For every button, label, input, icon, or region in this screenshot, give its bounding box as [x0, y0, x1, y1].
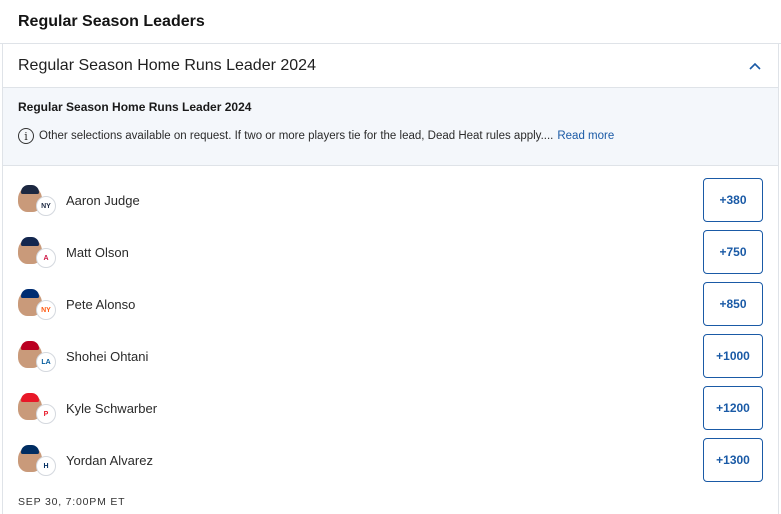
section-header: Regular Season Leaders — [0, 0, 781, 44]
player-name: Matt Olson — [66, 244, 129, 260]
market-subtitle: Regular Season Home Runs Leader 2024 — [18, 100, 252, 114]
player-cap — [21, 185, 39, 194]
selection-row: A Matt Olson +750 — [3, 226, 778, 278]
player-avatar: LA — [18, 340, 58, 372]
odds-value: +380 — [719, 193, 747, 207]
selection-row: NY Pete Alonso +850 — [3, 278, 778, 330]
phillies-logo-icon: P — [36, 404, 56, 424]
odds-button[interactable]: +750 — [703, 230, 763, 274]
info-icon: i — [18, 128, 34, 144]
player-avatar: NY — [18, 184, 58, 216]
market-accordion-header[interactable]: Regular Season Home Runs Leader 2024 — [3, 44, 778, 88]
player-name: Kyle Schwarber — [66, 400, 158, 416]
team-logo-text: LA — [41, 358, 51, 366]
odds-value: +850 — [719, 297, 747, 311]
section-title: Regular Season Leaders — [18, 12, 205, 30]
selection-row: H Yordan Alvarez +1300 — [3, 434, 778, 486]
selection-row: NY Aaron Judge +380 — [3, 174, 778, 226]
yankees-logo-icon: NY — [36, 196, 56, 216]
odds-value: +750 — [719, 245, 747, 259]
market-info-panel: Regular Season Home Runs Leader 2024 i O… — [3, 88, 778, 166]
chevron-up-icon[interactable] — [748, 59, 762, 73]
dodgers-logo-icon: LA — [36, 352, 56, 372]
read-more-link[interactable]: Read more — [557, 130, 614, 142]
selection-row: LA Shohei Ohtani +1000 — [3, 330, 778, 382]
player-cap — [21, 445, 39, 454]
team-logo-text: A — [43, 254, 49, 262]
rules-text: Other selections available on request. I… — [39, 130, 554, 142]
braves-logo-icon: A — [36, 248, 56, 268]
odds-button[interactable]: +1000 — [703, 334, 763, 378]
player-avatar: NY — [18, 288, 58, 320]
player-avatar: H — [18, 444, 58, 476]
team-logo-text: P — [43, 410, 49, 418]
market-card: Regular Season Home Runs Leader 2024 Reg… — [2, 44, 779, 514]
market-rules: i Other selections available on request.… — [18, 128, 763, 144]
odds-value: +1000 — [716, 349, 750, 363]
player-name: Shohei Ohtani — [66, 348, 149, 364]
player-avatar: A — [18, 236, 58, 268]
odds-value: +1300 — [716, 453, 750, 467]
event-time: SEP 30, 7:00PM ET — [18, 496, 126, 508]
odds-button[interactable]: +1200 — [703, 386, 763, 430]
team-logo-text: H — [43, 462, 49, 470]
player-name: Aaron Judge — [66, 192, 140, 208]
selection-list: NY Aaron Judge +380 A Matt Olson +750 NY Pete A… — [3, 166, 778, 486]
player-avatar: P — [18, 392, 58, 424]
player-cap — [21, 341, 39, 350]
odds-button[interactable]: +850 — [703, 282, 763, 326]
mets-logo-icon: NY — [36, 300, 56, 320]
player-name: Yordan Alvarez — [66, 452, 153, 468]
player-cap — [21, 289, 39, 298]
odds-button[interactable]: +380 — [703, 178, 763, 222]
astros-logo-icon: H — [36, 456, 56, 476]
odds-value: +1200 — [716, 401, 750, 415]
player-cap — [21, 237, 39, 246]
team-logo-text: NY — [41, 202, 51, 210]
team-logo-text: NY — [41, 306, 51, 314]
market-name: Regular Season Home Runs Leader 2024 — [18, 56, 316, 74]
player-name: Pete Alonso — [66, 296, 136, 312]
selection-row: P Kyle Schwarber +1200 — [3, 382, 778, 434]
odds-button[interactable]: +1300 — [703, 438, 763, 482]
player-cap — [21, 393, 39, 402]
